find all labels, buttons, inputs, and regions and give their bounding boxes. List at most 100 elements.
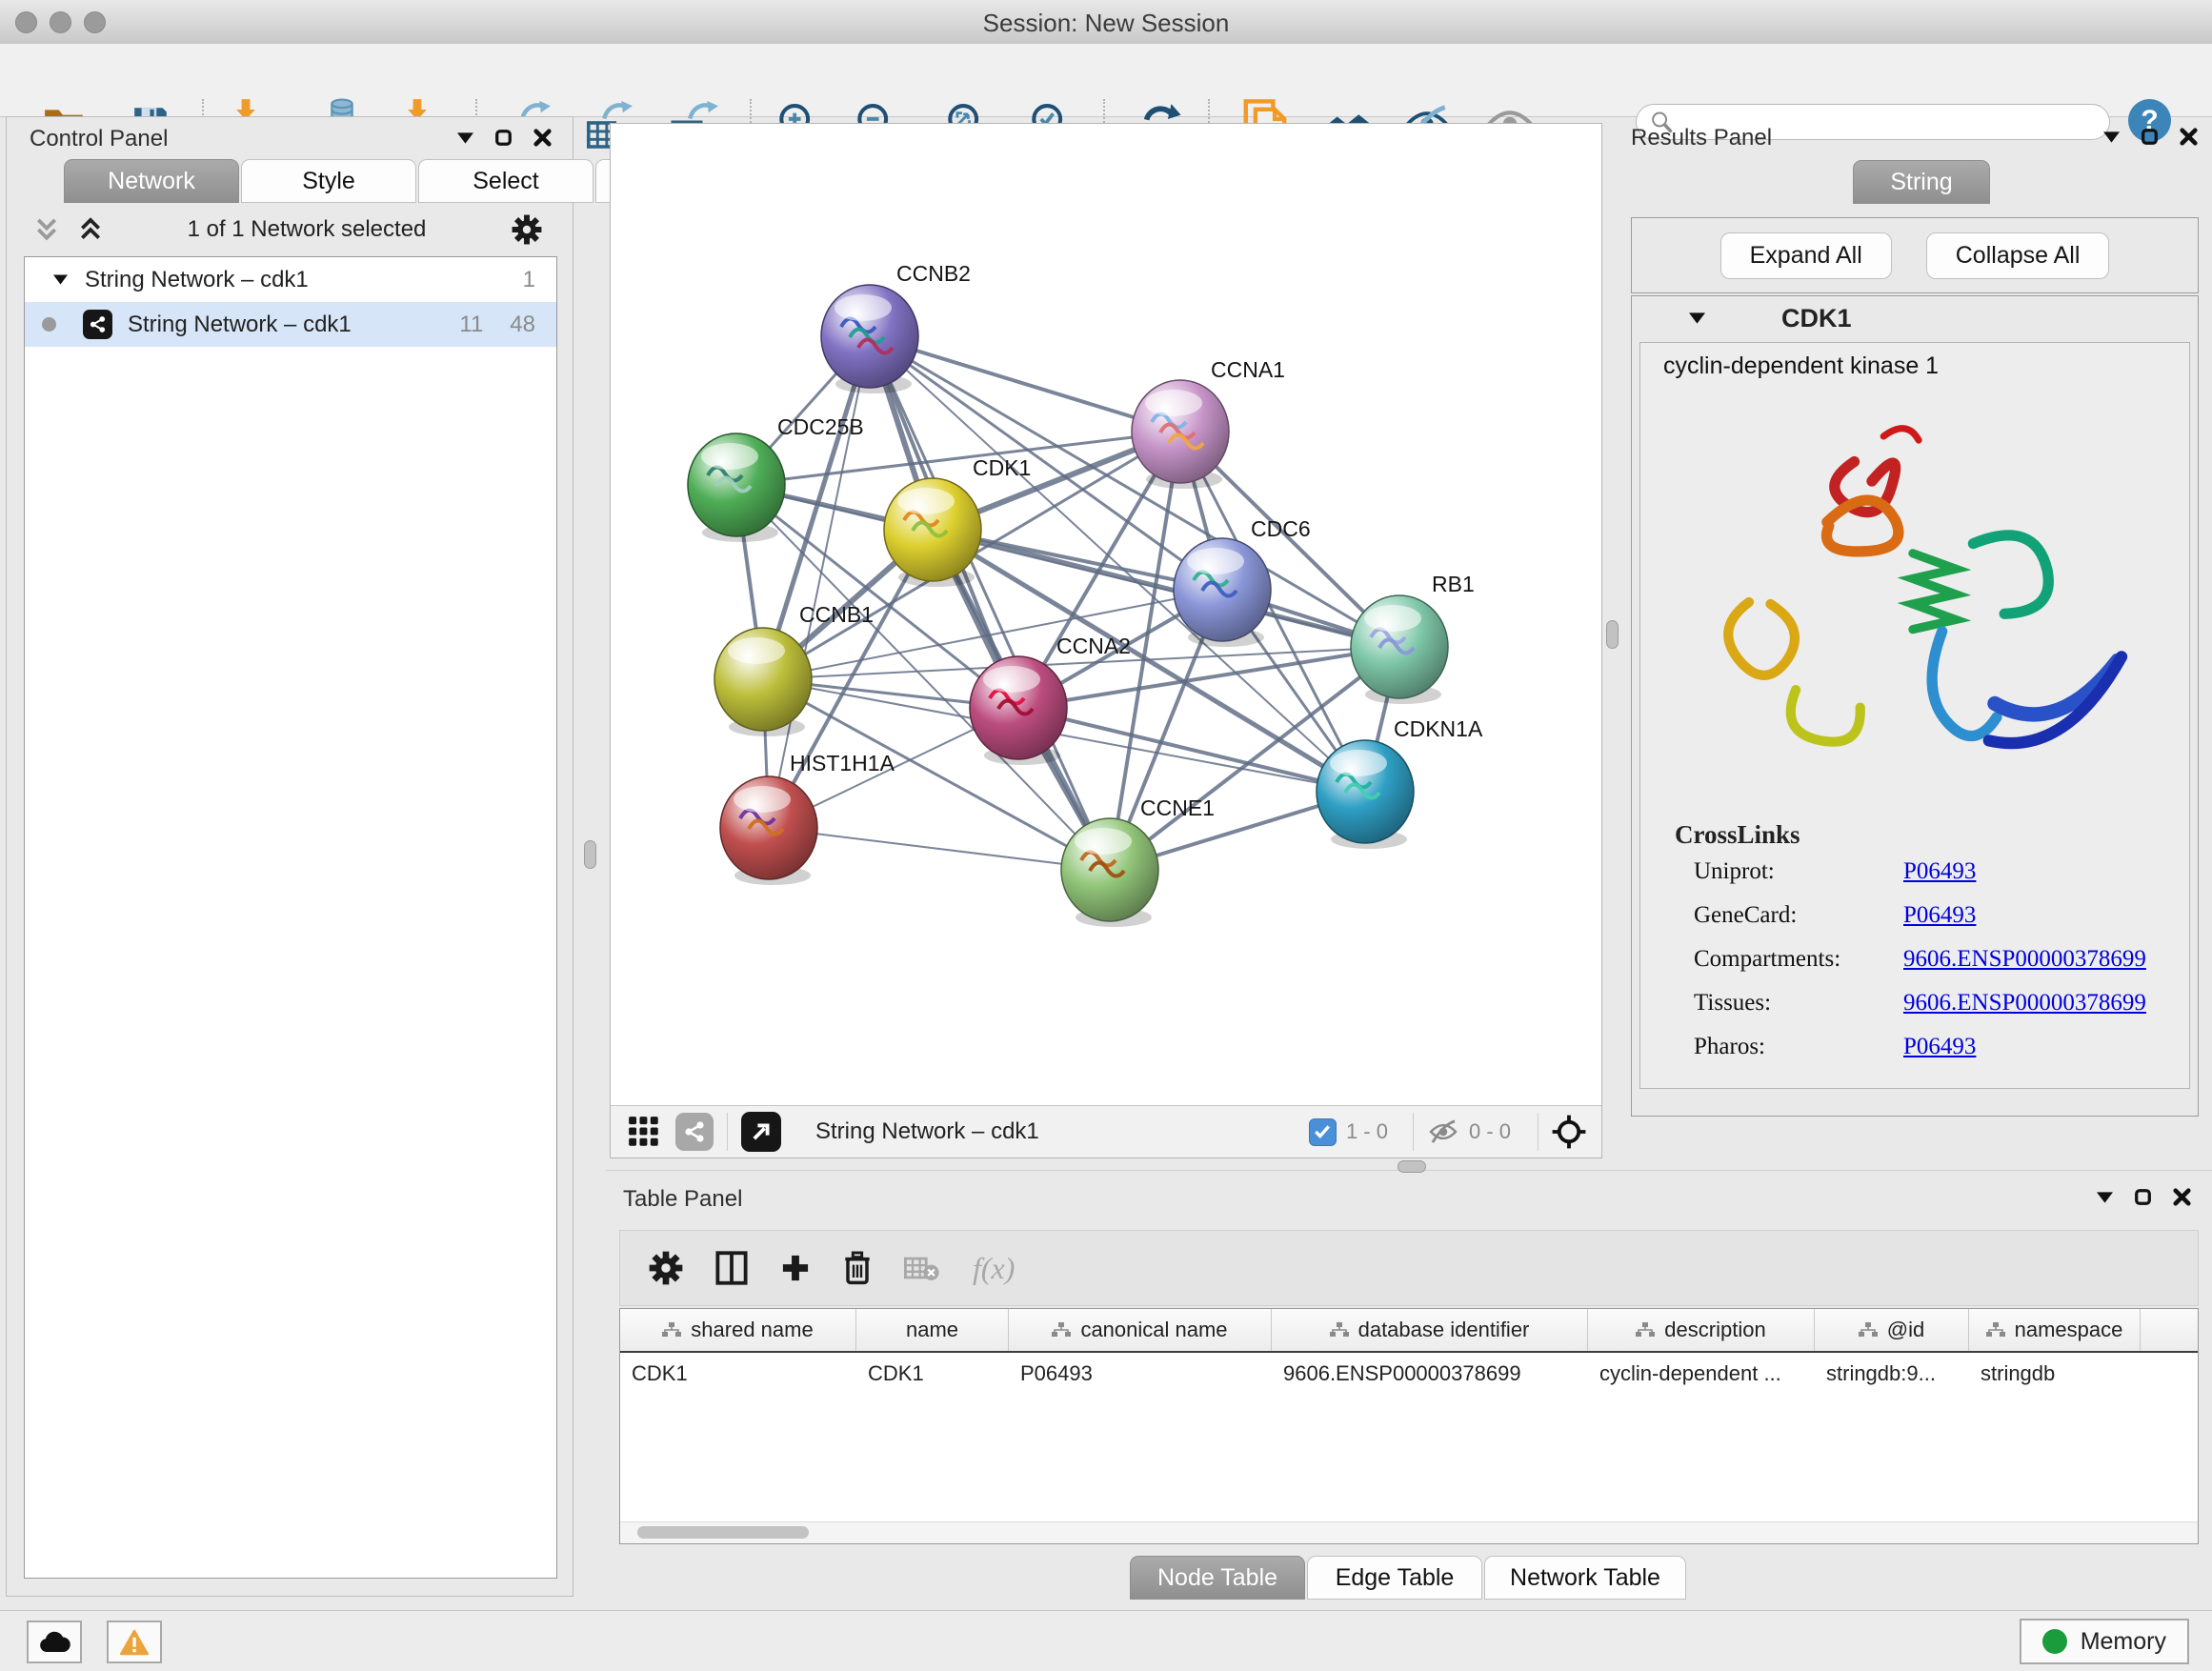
network-node-cdc6[interactable] xyxy=(1174,538,1271,647)
left-splitter-handle[interactable] xyxy=(584,840,596,869)
entry-name: CDK1 xyxy=(1781,304,1852,333)
entry-header[interactable]: CDK1 xyxy=(1632,296,2198,340)
float-panel-icon[interactable] xyxy=(2141,128,2159,146)
node-label-ccnb2: CCNB2 xyxy=(896,261,971,286)
float-panel-icon[interactable] xyxy=(494,129,513,147)
warnings-button[interactable] xyxy=(107,1621,162,1663)
birdseye-crosshair-icon[interactable] xyxy=(1552,1115,1586,1149)
network-node-rb1[interactable] xyxy=(1351,595,1448,704)
node-label-cdk1: CDK1 xyxy=(973,455,1031,480)
selected-checkbox-icon[interactable] xyxy=(1309,1118,1337,1146)
entry-expander-icon[interactable] xyxy=(1689,312,1705,324)
add-column-icon[interactable] xyxy=(780,1253,811,1283)
crosslink-label: GeneCard: xyxy=(1694,902,1903,929)
warning-icon xyxy=(120,1629,149,1656)
bottom-splitter-handle[interactable] xyxy=(1398,1160,1426,1173)
network-node-ccnb2[interactable] xyxy=(821,285,918,393)
cell--id[interactable]: stringdb:9... xyxy=(1815,1353,1969,1395)
network-node-ccne1[interactable] xyxy=(1061,818,1158,927)
column-header-namespace[interactable]: namespace xyxy=(1969,1309,2141,1351)
main-toolbar: ? xyxy=(0,44,2212,117)
table-horizontal-scrollbar[interactable] xyxy=(620,1521,2198,1543)
node-label-cdkn1a: CDKN1A xyxy=(1394,716,1483,741)
expand-all-tree-icon[interactable] xyxy=(79,217,102,242)
control-panel: Control Panel NetworkStyleSelectSets 1 o… xyxy=(6,116,573,1597)
column-header-database-identifier[interactable]: database identifier xyxy=(1272,1309,1588,1351)
tab-node-table[interactable]: Node Table xyxy=(1130,1556,1305,1600)
close-panel-icon[interactable] xyxy=(2180,128,2198,146)
network-node-ccna1[interactable] xyxy=(1132,380,1229,489)
network-row[interactable]: String Network – cdk1 11 48 xyxy=(25,302,556,347)
network-node-ccna2[interactable] xyxy=(970,656,1067,765)
tab-select[interactable]: Select xyxy=(418,159,593,203)
delete-column-trash-icon[interactable] xyxy=(843,1251,872,1285)
crosslink-link-genecard-[interactable]: P06493 xyxy=(1903,902,1976,929)
toolbar-divider xyxy=(1413,1113,1414,1151)
table-options-gear-icon[interactable] xyxy=(649,1251,683,1285)
crosslink-link-tissues-[interactable]: 9606.ENSP00000378699 xyxy=(1903,990,2146,1017)
network-node-cdk1[interactable] xyxy=(884,478,981,587)
network-node-hist1h1a[interactable] xyxy=(720,776,817,885)
panel-menu-icon[interactable] xyxy=(457,132,473,144)
network-edge[interactable] xyxy=(870,336,1110,870)
network-view-toolbar: String Network – cdk1 1 - 0 0 - 0 xyxy=(611,1105,1601,1158)
crosslink-link-pharos-[interactable]: P06493 xyxy=(1903,1034,1976,1060)
network-node-cdc25b[interactable] xyxy=(688,433,785,542)
panel-menu-icon[interactable] xyxy=(2103,131,2120,143)
cell-canonical-name[interactable]: P06493 xyxy=(1009,1353,1272,1395)
column-header--id[interactable]: @id xyxy=(1815,1309,1969,1351)
detach-view-button[interactable] xyxy=(741,1112,781,1152)
tab-style[interactable]: Style xyxy=(241,159,416,203)
network-node-ccnb1[interactable] xyxy=(714,628,812,736)
node-label-cdc6: CDC6 xyxy=(1251,516,1311,541)
column-header-description[interactable]: description xyxy=(1588,1309,1815,1351)
collapse-all-button[interactable]: Collapse All xyxy=(1926,232,2110,279)
node-table: shared namenamecanonical namedatabase id… xyxy=(619,1308,2199,1544)
panel-menu-icon[interactable] xyxy=(2097,1192,2113,1203)
cloud-icon xyxy=(38,1631,70,1654)
cloud-status-button[interactable] xyxy=(27,1621,82,1663)
memory-button[interactable]: Memory xyxy=(2020,1619,2189,1664)
tab-network[interactable]: Network xyxy=(64,159,239,203)
cell-name[interactable]: CDK1 xyxy=(856,1353,1009,1395)
cell-database-identifier[interactable]: 9606.ENSP00000378699 xyxy=(1272,1353,1588,1395)
cell-shared-name[interactable]: CDK1 xyxy=(620,1353,856,1395)
show-columns-icon[interactable] xyxy=(715,1251,748,1285)
tab-network-table[interactable]: Network Table xyxy=(1484,1556,1686,1600)
crosslinks-title: CrossLinks xyxy=(1640,820,2189,850)
table-row[interactable]: CDK1CDK1P064939606.ENSP00000378699cyclin… xyxy=(620,1353,2198,1395)
column-header-shared-name[interactable]: shared name xyxy=(620,1309,856,1351)
grid-view-icon[interactable] xyxy=(628,1116,660,1148)
collection-expander-icon[interactable] xyxy=(53,274,68,285)
crosslink-label: Compartments: xyxy=(1694,946,1903,973)
network-badge-gray-icon[interactable] xyxy=(675,1113,714,1151)
network-node-cdkn1a[interactable] xyxy=(1317,740,1414,849)
table-panel-title: Table Panel xyxy=(623,1182,742,1217)
right-splitter-handle[interactable] xyxy=(1606,620,1619,649)
hidden-eye-icon[interactable] xyxy=(1427,1119,1459,1144)
network-collection-row[interactable]: String Network – cdk1 1 xyxy=(25,257,556,302)
network-badge-icon xyxy=(83,310,112,339)
network-edge[interactable] xyxy=(769,828,1110,870)
close-panel-icon[interactable] xyxy=(533,129,552,147)
memory-status-dot-icon xyxy=(2042,1629,2067,1654)
network-view-title: String Network – cdk1 xyxy=(815,1118,1039,1145)
cell-namespace[interactable]: stringdb xyxy=(1969,1353,2141,1395)
crosslink-link-uniprot-[interactable]: P06493 xyxy=(1903,858,1976,885)
tab-edge-table[interactable]: Edge Table xyxy=(1307,1556,1482,1600)
crosslink-label: Tissues: xyxy=(1694,990,1903,1017)
close-panel-icon[interactable] xyxy=(2173,1188,2191,1206)
network-options-gear-icon[interactable] xyxy=(512,214,542,245)
status-bar: Memory xyxy=(0,1610,2212,1671)
control-panel-title: Control Panel xyxy=(30,122,168,156)
collapse-all-tree-icon[interactable] xyxy=(35,217,58,242)
cell-description[interactable]: cyclin-dependent ... xyxy=(1588,1353,1815,1395)
crosslink-link-compartments-[interactable]: 9606.ENSP00000378699 xyxy=(1903,946,2146,973)
network-canvas[interactable]: CCNB2CCNA1CDC25BCDK1CDC6RB1CCNB1CCNA2CDK… xyxy=(611,124,1601,1106)
scrollbar-thumb[interactable] xyxy=(637,1526,809,1539)
column-header-canonical-name[interactable]: canonical name xyxy=(1009,1309,1272,1351)
tab-string[interactable]: String xyxy=(1853,160,1990,204)
float-panel-icon[interactable] xyxy=(2134,1188,2152,1206)
expand-all-button[interactable]: Expand All xyxy=(1720,232,1892,279)
column-header-name[interactable]: name xyxy=(856,1309,1009,1351)
